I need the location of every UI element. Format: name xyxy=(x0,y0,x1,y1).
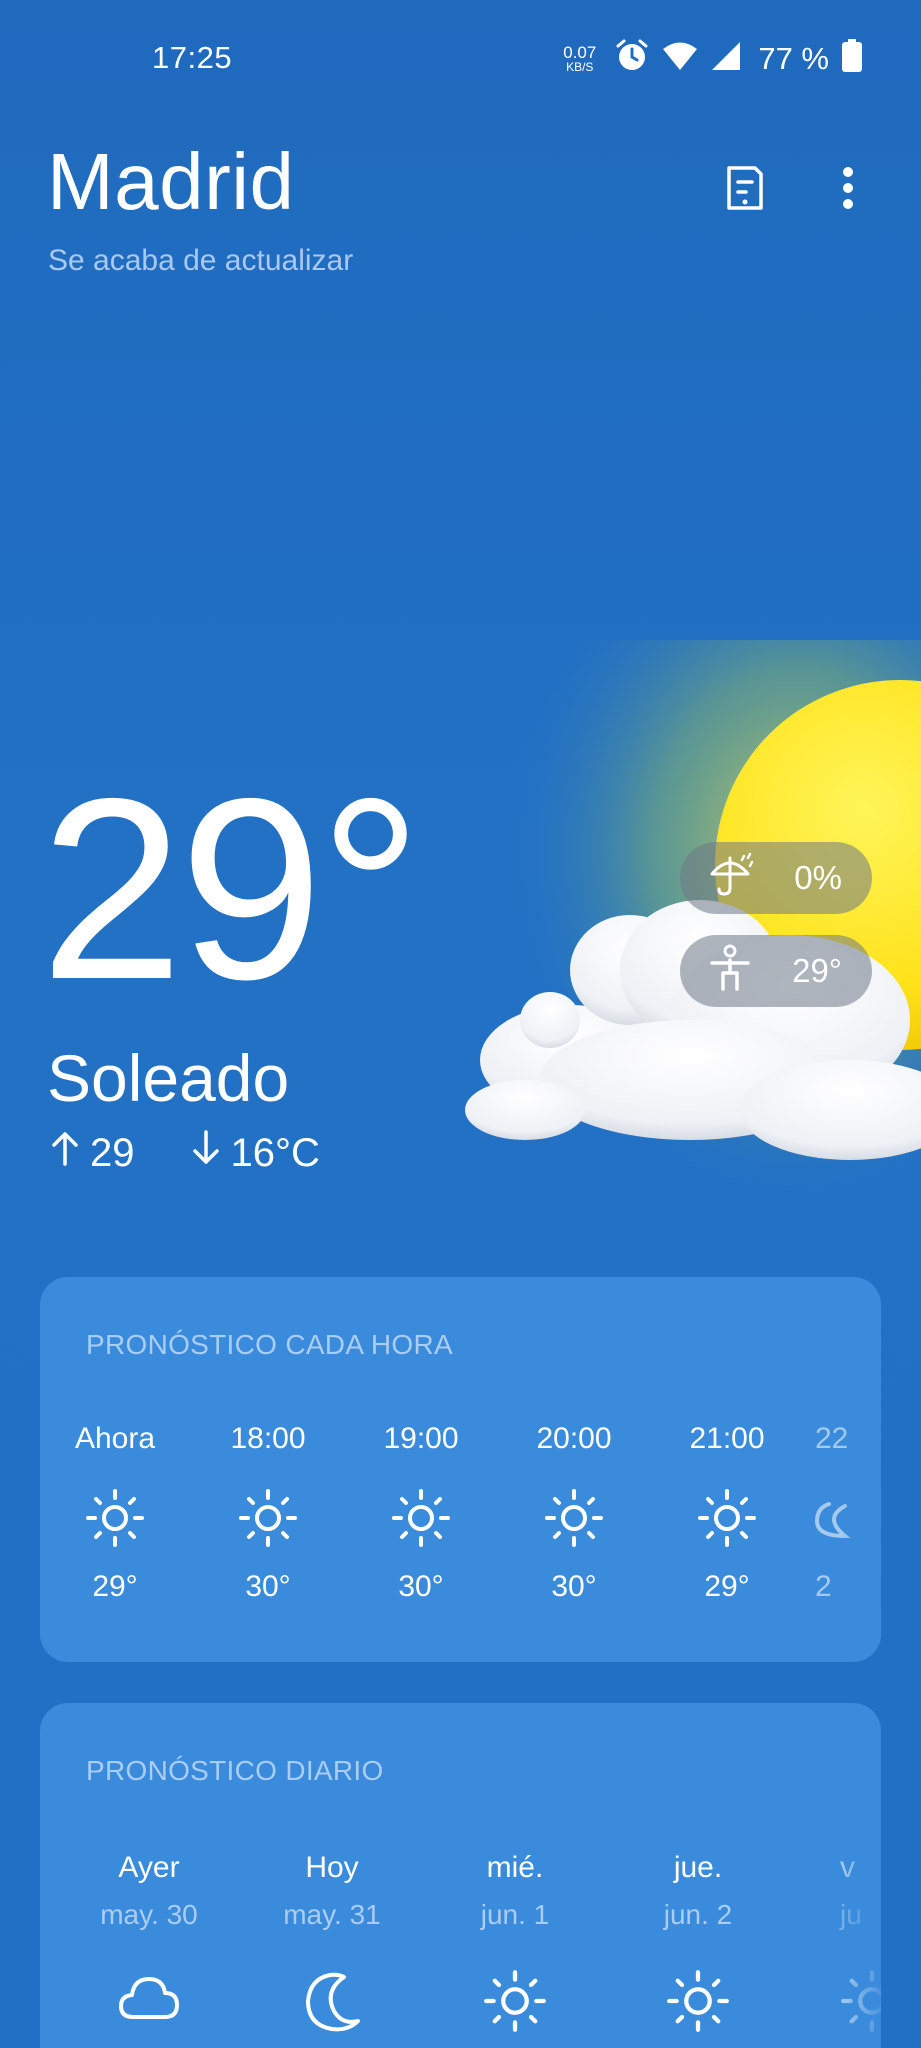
person-icon xyxy=(708,943,752,999)
day-date: may. 30 xyxy=(100,1899,198,1930)
day-date: ju xyxy=(840,1899,862,1930)
daily-forecast-card[interactable]: PRONÓSTICO DIARIO Ayer may. 30 Hoy may. … xyxy=(40,1703,881,2048)
day-item: mié. jun. 1 xyxy=(435,1851,595,2033)
status-time: 17:25 xyxy=(152,40,233,75)
day-name: Hoy xyxy=(305,1851,359,1884)
sun-icon xyxy=(666,1969,730,2033)
net-speed-unit: KB/S xyxy=(566,60,594,74)
low-temp: 16°C xyxy=(230,1130,320,1175)
day-item: v ju xyxy=(840,1851,881,2033)
battery-percentage: 77 % xyxy=(758,40,829,76)
doc-icon xyxy=(723,164,767,217)
status-icons: 0.07 KB/S 77 % xyxy=(563,38,863,79)
hour-time: 19:00 xyxy=(383,1422,459,1455)
sun-icon xyxy=(483,1969,547,2033)
daily-list[interactable]: Ayer may. 30 Hoy may. 31 mié. jun. 1 jue… xyxy=(40,1851,881,2048)
status-bar: 17:25 0.07 KB/S 77 % xyxy=(0,0,921,118)
arrow-up-icon xyxy=(50,1130,80,1176)
moon-icon xyxy=(300,1969,364,2033)
day-date: jun. 2 xyxy=(663,1899,733,1930)
day-name: Ayer xyxy=(118,1851,180,1884)
arrow-down-icon xyxy=(191,1130,221,1176)
hour-temp: 30° xyxy=(398,1570,444,1603)
hourly-list[interactable]: Ahora 29° 18:00 30° 19:00 30° 20:00 30° … xyxy=(40,1422,881,1622)
hour-temp: 30° xyxy=(245,1570,291,1603)
day-name: v xyxy=(840,1851,855,1884)
high-temp-group: 29 xyxy=(50,1130,135,1176)
signal-icon xyxy=(710,40,742,77)
feels-like-chip[interactable]: 29° xyxy=(680,935,872,1007)
hour-time: 22 xyxy=(815,1422,849,1455)
more-vert-icon xyxy=(840,166,856,215)
daily-forecast-title: PRONÓSTICO DIARIO xyxy=(86,1755,384,1786)
day-item: jue. jun. 2 xyxy=(618,1851,778,2033)
sun-icon xyxy=(840,1969,881,2033)
hour-temp: 29° xyxy=(92,1570,138,1603)
net-speed-value: 0.07 xyxy=(563,43,597,62)
moon-icon xyxy=(814,1488,855,1548)
feels-like-value: 29° xyxy=(792,952,842,989)
alarm-icon xyxy=(614,38,650,79)
sun-icon xyxy=(85,1488,145,1548)
sun-icon xyxy=(544,1488,604,1548)
hour-item: 19:00 30° xyxy=(356,1422,486,1604)
hourly-forecast-title: PRONÓSTICO CADA HORA xyxy=(86,1329,453,1360)
sun-icon xyxy=(238,1488,298,1548)
hour-temp: 30° xyxy=(551,1570,597,1603)
rain-chance-value: 0% xyxy=(794,859,842,896)
hour-item: Ahora 29° xyxy=(50,1422,180,1604)
city-list-button[interactable] xyxy=(715,160,775,220)
high-temp: 29 xyxy=(90,1130,135,1175)
day-name: mié. xyxy=(486,1851,544,1884)
high-low: 29 16°C xyxy=(50,1130,376,1176)
more-options-button[interactable] xyxy=(818,160,878,220)
net-speed: 0.07 KB/S xyxy=(563,44,596,73)
city-name: Madrid xyxy=(47,137,295,226)
rain-chance-chip[interactable]: 0% xyxy=(680,842,872,914)
hour-time: Ahora xyxy=(74,1422,156,1455)
cloud-icon xyxy=(117,1969,181,2033)
update-status: Se acaba de actualizar xyxy=(48,244,354,277)
day-date: jun. 1 xyxy=(480,1899,550,1930)
wifi-icon xyxy=(662,40,698,77)
sun-icon xyxy=(391,1488,451,1548)
hour-item: 18:00 30° xyxy=(203,1422,333,1604)
current-temperature: 29° xyxy=(40,744,422,1033)
hour-time: 20:00 xyxy=(536,1422,612,1455)
day-name: jue. xyxy=(673,1851,723,1884)
hour-item: 20:00 30° xyxy=(509,1422,639,1604)
sun-icon xyxy=(697,1488,757,1548)
hour-time: 21:00 xyxy=(689,1422,765,1455)
hour-temp: 2 xyxy=(815,1570,832,1603)
hour-temp: 29° xyxy=(704,1570,750,1603)
low-temp-group: 16°C xyxy=(191,1130,320,1176)
current-condition: Soleado xyxy=(47,1041,290,1115)
hour-time: 18:00 xyxy=(230,1422,306,1455)
battery-icon xyxy=(841,39,863,78)
day-item: Ayer may. 30 xyxy=(69,1851,229,2033)
hour-item: 22 2 xyxy=(814,1422,881,1604)
hourly-forecast-card[interactable]: PRONÓSTICO CADA HORA Ahora 29° 18:00 30°… xyxy=(40,1277,881,1662)
umbrella-icon xyxy=(708,850,756,906)
day-item: Hoy may. 31 xyxy=(252,1851,412,2033)
day-date: may. 31 xyxy=(283,1899,381,1930)
hour-item: 21:00 29° xyxy=(662,1422,792,1604)
